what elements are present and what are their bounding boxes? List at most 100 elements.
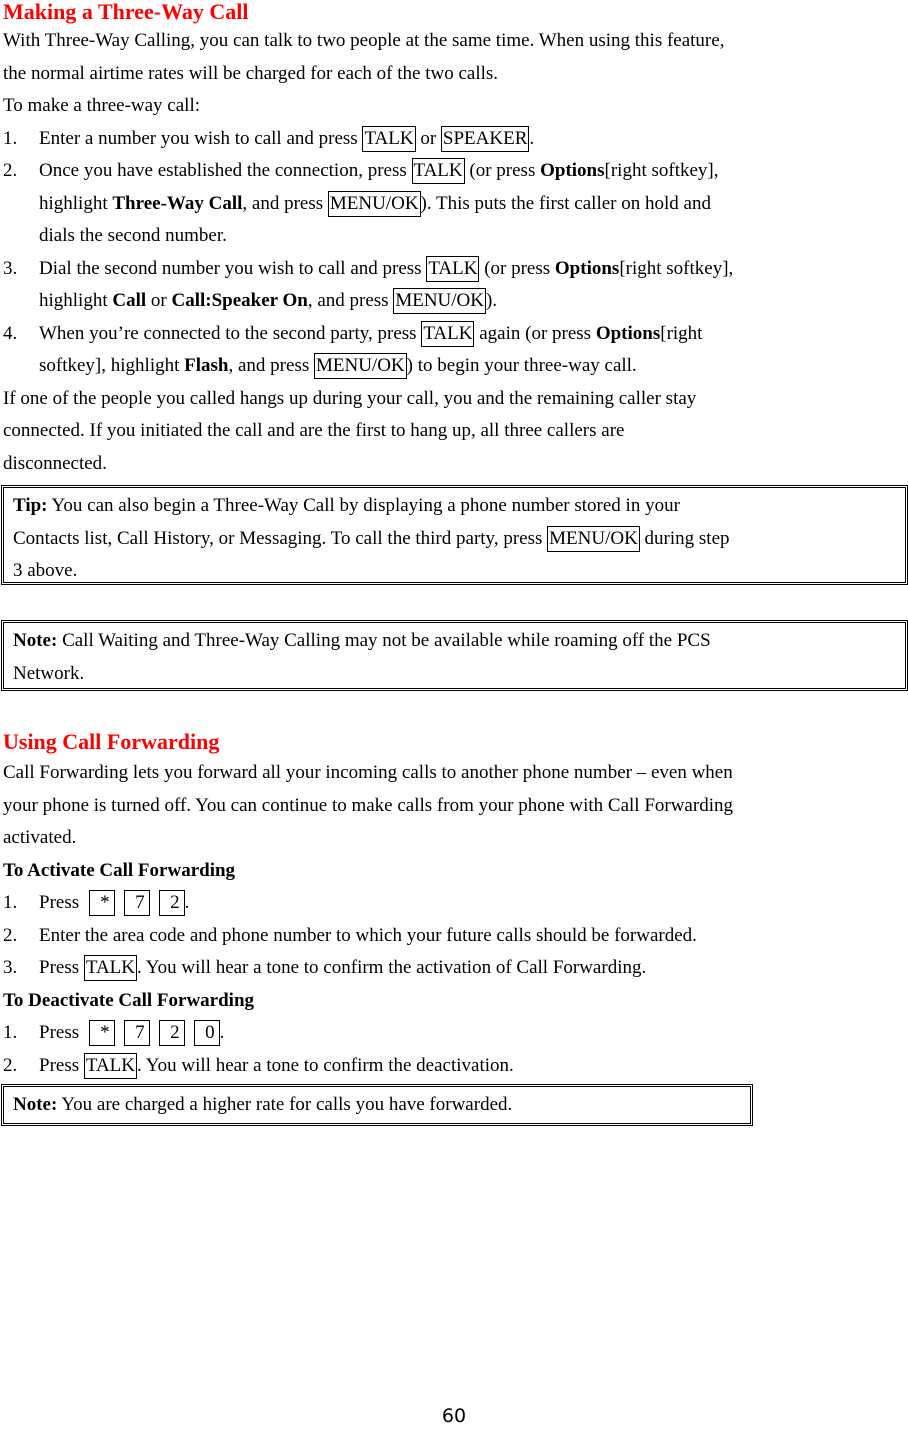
flash-label: Flash [184, 355, 229, 376]
step-number: 1. [3, 892, 18, 913]
tip-text: 3 above. [13, 560, 78, 581]
activate-heading: To Activate Call Forwarding [3, 859, 236, 881]
body-text: connected. If you initiated the call and… [3, 420, 625, 441]
step-number: 3. [3, 257, 18, 279]
step-text: again (or press [474, 322, 596, 344]
lead-text: To make a three-way call: [3, 95, 201, 116]
options-label: Options [554, 257, 620, 279]
note-box: Note: Call Waiting and Three-Way Calling… [1, 620, 908, 691]
section-title: Making a Three-Way Call [3, 0, 249, 24]
tip-box: Tip: You can also begin a Three-Way Call… [1, 485, 908, 585]
step-number: 3. [3, 957, 18, 978]
note-box: Note: You are charged a higher rate for … [1, 1084, 753, 1126]
section-three-way-call: Making a Three-Way Call With Three-Way C… [0, 0, 908, 480]
intro-text: activated. [3, 827, 77, 848]
step-number: 2. [3, 924, 18, 946]
menu-ok-key: MENU/OK [313, 353, 407, 379]
step-text: Press [39, 892, 84, 913]
step-text: ). This puts the first caller on hold an… [420, 192, 711, 214]
step-item: 2. Enter the area code and phone number … [0, 920, 908, 953]
star-key: * [88, 1020, 115, 1046]
body-text: disconnected. [3, 452, 107, 474]
step-text: (or press [479, 257, 555, 279]
step-text: Enter a number you wish to call and pres… [39, 127, 363, 149]
step-text: [right softkey], [619, 257, 734, 279]
tip-text: during step [639, 527, 730, 549]
section-title: Using Call Forwarding [3, 729, 220, 754]
intro-text: your phone is turned off. You can contin… [3, 794, 733, 816]
step-text: Press [39, 1054, 84, 1076]
call-label: Call [112, 290, 147, 311]
step-text: Press [39, 1022, 84, 1043]
step-text: . [529, 127, 535, 149]
step-number: 2. [3, 160, 18, 181]
step-text: . You will hear a tone to confirm the de… [137, 1054, 514, 1076]
speaker-key: SPEAKER [440, 125, 530, 152]
step-text: , and press [228, 355, 314, 376]
menu-ok-key: MENU/OK [327, 190, 421, 217]
intro-text: Call Forwarding lets you forward all you… [3, 762, 733, 783]
digit-key-0: 0 [193, 1020, 220, 1046]
step-text: . You will hear a tone to confirm the ac… [137, 957, 647, 978]
step-item: 4. When you’re connected to the second p… [0, 318, 908, 383]
step-item: 2. Once you have established the connect… [0, 155, 908, 253]
step-number: 1. [3, 127, 18, 149]
body-text: If one of the people you called hangs up… [3, 387, 697, 409]
note-text: You are charged a higher rate for calls … [57, 1094, 513, 1115]
step-text: . [219, 1022, 225, 1043]
deactivate-heading: To Deactivate Call Forwarding [3, 989, 255, 1011]
talk-key: TALK [362, 125, 416, 152]
step-text: , and press [242, 192, 328, 214]
talk-key: TALK [83, 955, 138, 981]
step-text: , and press [307, 290, 394, 311]
intro-text: the normal airtime rates will be charged… [3, 62, 499, 84]
digit-key-7: 7 [123, 1020, 150, 1046]
step-item: 2. Press TALK. You will hear a tone to c… [0, 1050, 908, 1083]
digit-key-7: 7 [123, 890, 150, 916]
step-text: . [184, 892, 190, 913]
note-text: Network. [13, 662, 85, 684]
step-text: or [146, 290, 172, 311]
step-item: 3. Press TALK. You will hear a tone to c… [0, 952, 908, 985]
step-text: [right [660, 322, 703, 344]
step-text: [right softkey], [604, 160, 719, 181]
step-text: or [415, 127, 441, 149]
options-label: Options [540, 160, 605, 181]
tip-text: You can also begin a Three-Way Call by d… [47, 495, 680, 516]
three-way-call-label: Three-Way Call [112, 192, 243, 214]
call-speaker-on-label: Call:Speaker On [171, 290, 308, 311]
intro-text: With Three-Way Calling, you can talk to … [3, 30, 725, 51]
step-text: ). [486, 290, 498, 311]
step-text: Dial the second number you wish to call … [39, 257, 427, 279]
note-label: Note: [13, 1094, 58, 1115]
step-text: Once you have established the connection… [39, 160, 412, 181]
note-text: Call Waiting and Three-Way Calling may n… [57, 630, 711, 651]
step-text: Enter the area code and phone number to … [39, 924, 697, 946]
page-number: 60 [441, 1405, 467, 1427]
step-text: softkey], highlight [39, 355, 185, 376]
step-number: 2. [3, 1054, 18, 1076]
menu-ok-key: MENU/OK [547, 525, 640, 552]
menu-ok-key: MENU/OK [393, 288, 486, 314]
star-key: * [88, 890, 115, 916]
digit-key-2: 2 [158, 890, 185, 916]
step-item: 1. Enter a number you wish to call and p… [0, 123, 908, 156]
talk-key: TALK [83, 1052, 138, 1079]
step-text: highlight [39, 290, 113, 311]
step-text: When you’re connected to the second part… [39, 322, 422, 344]
talk-key: TALK [421, 320, 475, 347]
talk-key: TALK [411, 158, 465, 184]
step-text: (or press [464, 160, 541, 181]
step-number: 4. [3, 322, 18, 344]
talk-key: TALK [426, 255, 480, 282]
section-call-forwarding: Using Call Forwarding Call Forwarding le… [0, 730, 908, 1082]
tip-text: Contacts list, Call History, or Messagin… [13, 527, 548, 549]
step-item: 1. Press * 7 2. [0, 887, 908, 920]
step-item: 1. Press * 7 2 0. [0, 1017, 908, 1050]
step-text: dials the second number. [39, 225, 227, 246]
options-label: Options [595, 322, 661, 344]
note-label: Note: [13, 630, 58, 651]
step-number: 1. [3, 1022, 18, 1043]
digit-key-2: 2 [158, 1020, 185, 1046]
step-text: highlight [39, 192, 113, 214]
